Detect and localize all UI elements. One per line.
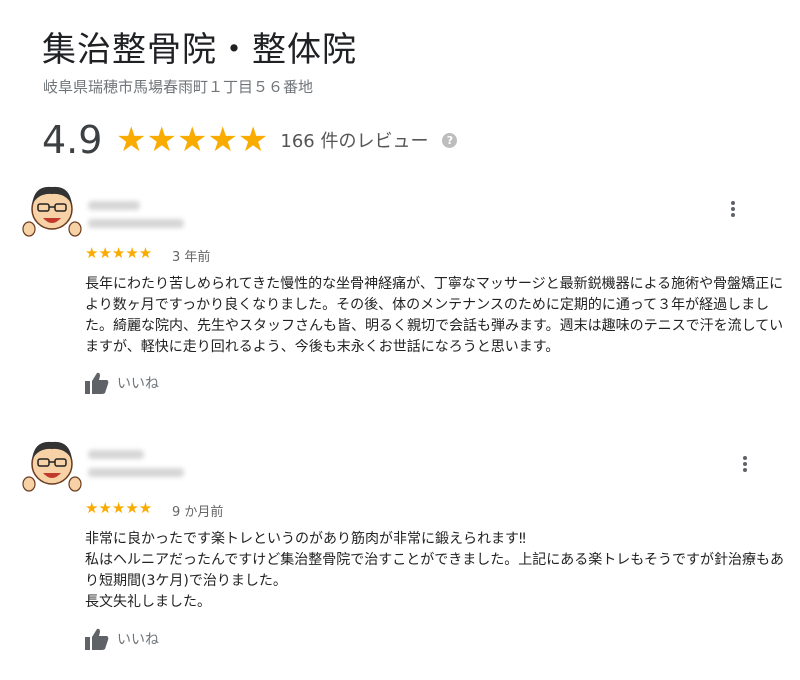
thumbs-up-icon xyxy=(85,628,109,650)
like-button[interactable]: いいね xyxy=(85,628,159,650)
review-stars: ★★★★★ xyxy=(85,499,153,517)
help-icon[interactable]: ? xyxy=(442,132,458,148)
review-count[interactable]: 166 件のレビュー xyxy=(280,127,428,153)
reviewer-meta-blurred xyxy=(88,468,184,477)
like-label: いいね xyxy=(117,376,159,392)
review-stars: ★★★★★ xyxy=(85,244,153,262)
place-address: 岐阜県瑞穂市馬場春雨町１丁目５６番地 xyxy=(43,78,314,96)
review-text: 非常に良かったです楽トレというのがあり筋肉が非常に鍛えられます‼ 私はヘルニアだ… xyxy=(85,531,785,610)
rating-value: 4.9 xyxy=(42,118,103,162)
review-time: 9 か月前 xyxy=(172,505,224,520)
like-label: いいね xyxy=(117,632,159,648)
reviewer-name-blurred xyxy=(88,201,140,210)
rating-stars: ★★★★★ xyxy=(116,120,269,160)
place-title: 集治整骨院・整体院 xyxy=(42,30,357,70)
like-button[interactable]: いいね xyxy=(85,372,159,394)
thumbs-up-icon xyxy=(85,372,109,394)
more-options-icon[interactable] xyxy=(728,199,738,221)
reviewer-avatar[interactable] xyxy=(20,179,84,243)
review-time: 3 年前 xyxy=(172,250,211,265)
reviewer-meta-blurred xyxy=(88,219,184,228)
reviewer-avatar[interactable] xyxy=(20,434,84,498)
more-options-icon[interactable] xyxy=(740,454,750,476)
reviewer-name-blurred xyxy=(88,450,144,459)
rating-summary: 4.9 ★★★★★ 166 件のレビュー ? xyxy=(42,118,458,162)
review-text: 長年にわたり苦しめられてきた慢性的な坐骨神経痛が、丁寧なマッサージと最新鋭機器に… xyxy=(85,276,784,355)
